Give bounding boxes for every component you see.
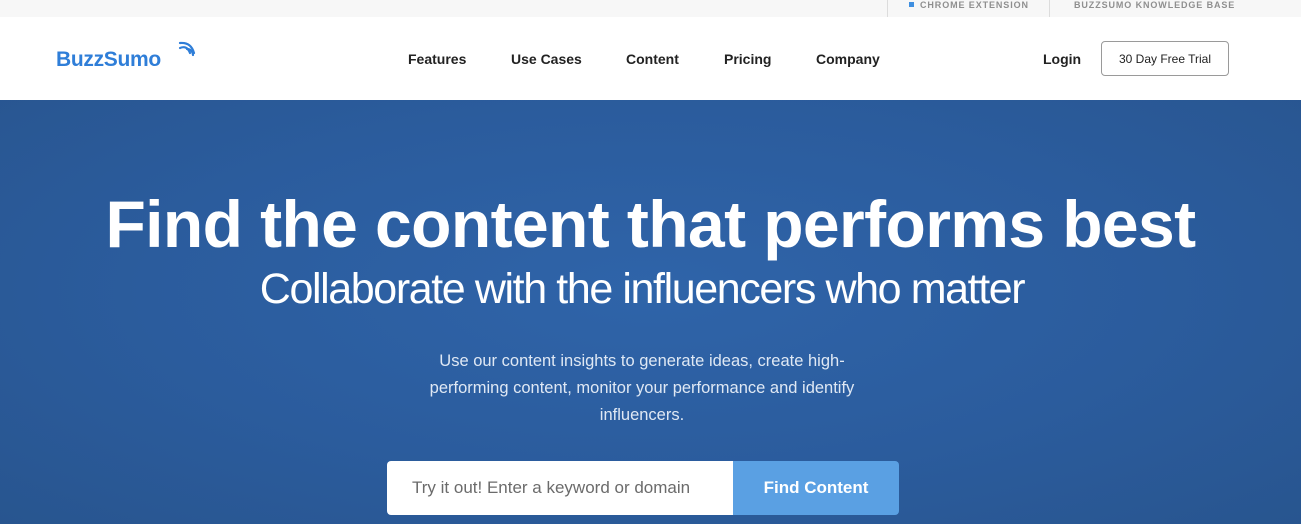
chrome-extension-marker-icon <box>909 2 914 7</box>
nav-features[interactable]: Features <box>408 51 466 67</box>
login-link[interactable]: Login <box>1043 51 1081 67</box>
buzzsumo-logo[interactable]: BuzzSumo <box>56 41 196 73</box>
chrome-extension-link[interactable]: CHROME EXTENSION <box>909 0 1029 11</box>
knowledge-base-link[interactable]: BUZZSUMO KNOWLEDGE BASE <box>1074 0 1235 11</box>
search-form: Find Content <box>387 461 899 515</box>
signal-waves-icon <box>178 41 196 57</box>
nav-use-cases[interactable]: Use Cases <box>511 51 582 67</box>
nav-pricing[interactable]: Pricing <box>724 51 771 67</box>
keyword-search-input[interactable] <box>387 461 733 515</box>
logo-text: BuzzSumo <box>56 48 161 71</box>
nav-content[interactable]: Content <box>626 51 679 67</box>
utility-divider <box>1049 0 1050 17</box>
site-header: BuzzSumo Features Use Cases Content Pric… <box>0 17 1301 100</box>
utility-divider <box>887 0 888 17</box>
utility-bar: CHROME EXTENSION BUZZSUMO KNOWLEDGE BASE <box>0 0 1301 17</box>
find-content-button[interactable]: Find Content <box>733 461 899 515</box>
hero-title: Find the content that performs best <box>105 187 1196 261</box>
hero-section: Find the content that performs best Coll… <box>0 100 1301 524</box>
hero-description: Use our content insights to generate ide… <box>429 352 855 424</box>
chrome-extension-label: CHROME EXTENSION <box>920 0 1029 10</box>
nav-company[interactable]: Company <box>816 51 880 67</box>
free-trial-button[interactable]: 30 Day Free Trial <box>1101 41 1229 76</box>
hero-subtitle: Collaborate with the influencers who mat… <box>259 265 1026 313</box>
